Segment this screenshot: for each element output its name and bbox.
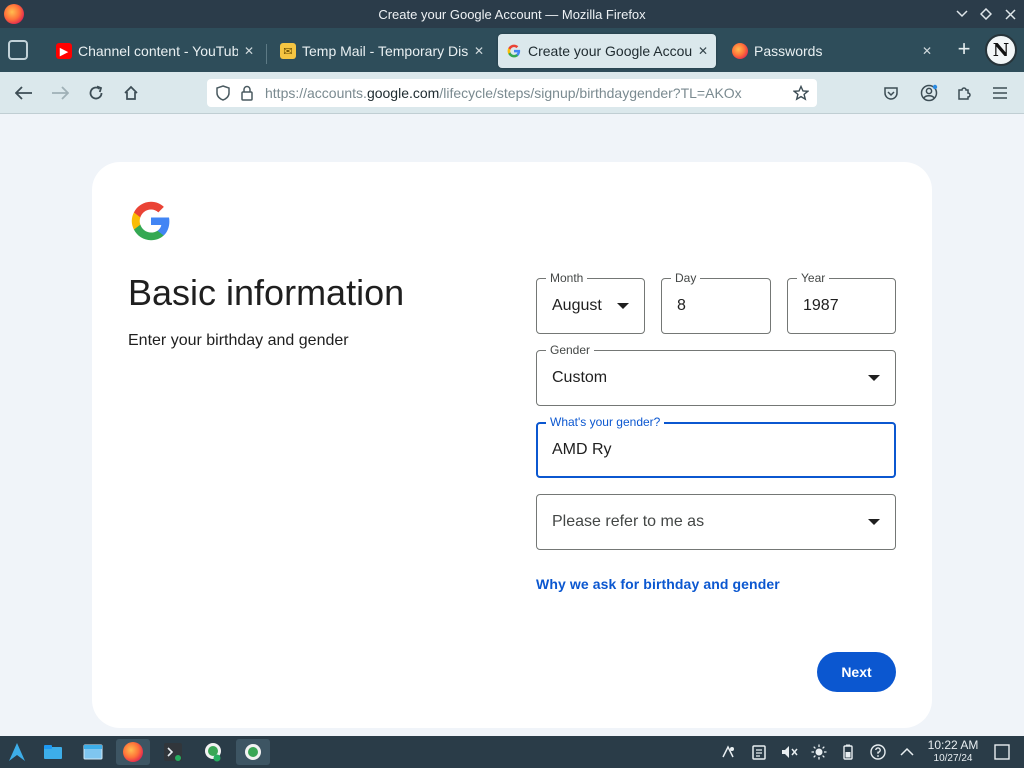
window-manager-icon[interactable] — [76, 739, 110, 765]
youtube-icon: ▶ — [56, 43, 72, 59]
lock-icon[interactable] — [235, 81, 259, 105]
battery-icon[interactable] — [837, 740, 859, 764]
window-title: Create your Google Account — Mozilla Fir… — [378, 6, 646, 22]
custom-gender-value: AMD Ry — [552, 441, 612, 458]
signup-card: Basic information Enter your birthday an… — [92, 162, 932, 728]
pronoun-select[interactable]: Please refer to me as — [536, 494, 896, 550]
gender-select[interactable]: Gender Custom — [536, 343, 896, 406]
day-input[interactable]: Day 8 — [661, 271, 771, 334]
url-bar[interactable]: https://accounts.google.com/lifecycle/st… — [207, 79, 817, 107]
tab-google-account[interactable]: Create your Google Account ✕ — [498, 34, 716, 68]
gender-value: Custom — [552, 369, 608, 386]
new-tab-icon[interactable]: + — [952, 38, 976, 62]
page-subtitle: Enter your birthday and gender — [128, 332, 349, 349]
day-value: 8 — [677, 297, 686, 314]
clipboard-icon[interactable] — [748, 740, 770, 764]
chevron-down-icon — [868, 519, 880, 525]
google-icon — [506, 43, 522, 59]
year-value: 1987 — [803, 297, 839, 314]
taskbar: 10:22 AM 10/27/24 — [0, 736, 1024, 768]
tab-close-icon[interactable]: ✕ — [244, 44, 254, 58]
maximize-icon[interactable] — [974, 0, 998, 28]
close-window-icon[interactable] — [998, 0, 1022, 28]
show-desktop-icon[interactable] — [991, 740, 1013, 764]
help-icon[interactable] — [867, 740, 889, 764]
bookmark-star-icon[interactable] — [789, 81, 813, 105]
pocket-icon[interactable] — [879, 81, 903, 105]
tab-close-icon[interactable]: ✕ — [474, 44, 484, 58]
month-select[interactable]: Month August — [536, 271, 645, 334]
extensions-icon[interactable] — [952, 81, 976, 105]
window-titlebar: Create your Google Account — Mozilla Fir… — [0, 0, 1024, 28]
clock-date: 10/27/24 — [933, 753, 973, 764]
anaconda-app-icon[interactable] — [196, 739, 230, 765]
tab-separator — [266, 44, 267, 64]
pronoun-placeholder: Please refer to me as — [552, 513, 705, 530]
why-we-ask-link[interactable]: Why we ask for birthday and gender — [536, 576, 780, 592]
account-avatar[interactable]: N — [985, 34, 1017, 66]
home-icon[interactable] — [119, 81, 143, 105]
url-text[interactable]: https://accounts.google.com/lifecycle/st… — [265, 85, 789, 101]
anaconda-app-active-icon[interactable] — [236, 739, 270, 765]
firefox-logo-icon — [4, 4, 24, 24]
reload-icon[interactable] — [84, 81, 108, 105]
terminal-icon[interactable] — [156, 739, 190, 765]
firefox-view-icon[interactable] — [8, 40, 28, 60]
taskbar-firefox-icon[interactable] — [116, 739, 150, 765]
navigation-toolbar: https://accounts.google.com/lifecycle/st… — [0, 72, 1024, 114]
file-manager-icon[interactable] — [36, 739, 70, 765]
google-logo-icon — [130, 200, 172, 242]
menu-icon[interactable] — [988, 81, 1012, 105]
forward-icon[interactable] — [48, 81, 72, 105]
next-button[interactable]: Next — [817, 652, 896, 692]
year-input[interactable]: Year 1987 — [787, 271, 896, 334]
back-icon[interactable] — [12, 81, 36, 105]
tab-tempmail[interactable]: ✉ Temp Mail - Temporary Disposable Email… — [272, 34, 492, 68]
tracking-protection-shield-icon[interactable] — [211, 81, 235, 105]
chevron-down-icon — [868, 375, 880, 381]
month-value: August — [552, 297, 602, 314]
network-connections-icon[interactable] — [717, 740, 739, 764]
tab-strip: ▶ Channel content - YouTube ✕ ✉ Temp Mai… — [0, 28, 1024, 72]
chevron-down-icon — [617, 303, 629, 309]
tab-passwords[interactable]: Passwords ✕ — [724, 34, 940, 68]
custom-gender-input[interactable]: What's your gender? AMD Ry — [536, 415, 896, 478]
app-launcher-icon[interactable] — [0, 739, 34, 765]
web-page: Basic information Enter your birthday an… — [0, 115, 1024, 736]
tab-youtube[interactable]: ▶ Channel content - YouTube ✕ — [48, 34, 262, 68]
page-title: Basic information — [128, 272, 405, 313]
account-icon[interactable] — [917, 81, 941, 105]
minimize-icon[interactable] — [950, 0, 974, 28]
brightness-icon[interactable] — [808, 740, 830, 764]
tempmail-icon: ✉ — [280, 43, 296, 59]
clock-time: 10:22 AM — [927, 738, 979, 752]
firefox-icon — [732, 43, 748, 59]
tab-close-icon[interactable]: ✕ — [922, 44, 932, 58]
tab-close-icon[interactable]: ✕ — [698, 44, 708, 58]
volume-muted-icon[interactable] — [778, 740, 800, 764]
show-hidden-tray-icon[interactable] — [896, 740, 918, 764]
clock[interactable]: 10:22 AM 10/27/24 — [924, 739, 982, 765]
